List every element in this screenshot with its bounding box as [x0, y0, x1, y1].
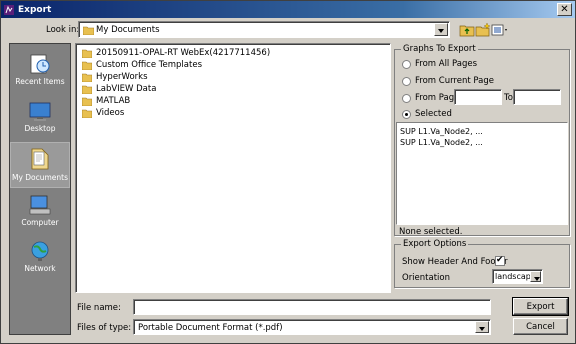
- group-title: Export Options: [401, 239, 469, 249]
- list-item[interactable]: 20150911-OPAL-RT WebEx(4217711456): [82, 47, 270, 59]
- folder-icon: [82, 85, 92, 94]
- close-button[interactable]: ✕: [557, 3, 572, 16]
- look-in-combo[interactable]: My Documents: [78, 21, 450, 38]
- place-network[interactable]: Network: [10, 236, 70, 282]
- computer-icon: [29, 195, 51, 215]
- page-to-input[interactable]: [513, 89, 561, 105]
- orientation-dropdown-button[interactable]: [530, 271, 541, 282]
- radio-from-all-pages[interactable]: From All Pages: [402, 59, 477, 69]
- list-item[interactable]: SUP L1.Va_Node2, ...: [400, 127, 483, 136]
- folder-icon: [82, 97, 92, 106]
- cancel-button[interactable]: Cancel: [513, 318, 568, 335]
- list-item[interactable]: Videos: [82, 107, 124, 119]
- place-label: My Documents: [11, 173, 69, 182]
- desktop-icon: [29, 102, 51, 121]
- look-in-dropdown-button[interactable]: [434, 23, 448, 36]
- export-dialog: Export ✕ Look in: My Documents Recent It…: [0, 0, 576, 344]
- up-folder-icon[interactable]: [459, 23, 475, 37]
- network-icon: [31, 241, 49, 261]
- radio-from-current-page[interactable]: From Current Page: [402, 76, 494, 86]
- filetype-select[interactable]: Portable Document Format (*.pdf): [133, 319, 491, 335]
- radio-dot[interactable]: [402, 93, 411, 103]
- folder-icon: [82, 49, 92, 58]
- window-title: Export: [18, 4, 52, 15]
- view-menu-icon[interactable]: [491, 23, 509, 37]
- filetype-label: Files of type:: [77, 323, 132, 333]
- look-in-value: My Documents: [96, 25, 160, 35]
- folder-icon: [82, 73, 92, 82]
- radio-dot[interactable]: [402, 109, 411, 119]
- list-item[interactable]: HyperWorks: [82, 71, 148, 83]
- filename-label: File name:: [77, 303, 121, 313]
- place-label: Network: [24, 264, 56, 273]
- radio-selected[interactable]: Selected: [402, 109, 452, 119]
- list-item[interactable]: Custom Office Templates: [82, 59, 202, 71]
- list-item[interactable]: MATLAB: [82, 95, 130, 107]
- place-my-documents[interactable]: My Documents: [10, 142, 70, 188]
- file-list[interactable]: 20150911-OPAL-RT WebEx(4217711456) Custo…: [75, 43, 391, 293]
- radio-dot[interactable]: [402, 76, 411, 86]
- place-recent-items[interactable]: Recent Items: [10, 49, 70, 95]
- new-folder-icon[interactable]: [475, 23, 491, 37]
- list-item[interactable]: SUP L1.Va_Node2, ...: [400, 138, 483, 147]
- radio-from-page[interactable]: From Page: [402, 93, 459, 103]
- header-footer-checkbox[interactable]: [495, 255, 505, 266]
- places-bar: Recent Items Desktop My Documents Comput…: [9, 43, 71, 335]
- selection-status: None selected.: [399, 227, 463, 237]
- folder-icon: [83, 26, 94, 35]
- filename-input[interactable]: [133, 299, 491, 315]
- look-in-label: Look in:: [46, 25, 80, 35]
- app-icon: [4, 4, 14, 15]
- filetype-dropdown-button[interactable]: [475, 321, 489, 333]
- radio-dot[interactable]: [402, 59, 411, 69]
- place-desktop[interactable]: Desktop: [10, 96, 70, 142]
- page-from-input[interactable]: [454, 89, 502, 105]
- title-bar[interactable]: Export ✕: [1, 1, 575, 18]
- place-label: Recent Items: [15, 77, 65, 86]
- recent-items-icon: [30, 54, 50, 74]
- export-button[interactable]: Export: [512, 297, 569, 316]
- place-label: Computer: [21, 218, 59, 227]
- orientation-label: Orientation: [402, 273, 450, 283]
- to-label: To: [504, 93, 513, 103]
- place-computer[interactable]: Computer: [10, 190, 70, 236]
- orientation-select[interactable]: landscape: [492, 269, 543, 284]
- my-documents-icon: [31, 148, 49, 170]
- place-label: Desktop: [24, 124, 56, 133]
- folder-icon: [82, 61, 92, 70]
- selected-graphs-list[interactable]: SUP L1.Va_Node2, ... SUP L1.Va_Node2, ..…: [396, 122, 568, 225]
- header-footer-label: Show Header And Footer: [402, 257, 508, 267]
- folder-icon: [82, 109, 92, 118]
- list-item[interactable]: LabVIEW Data: [82, 83, 156, 95]
- group-title: Graphs To Export: [401, 44, 478, 54]
- filetype-value: Portable Document Format (*.pdf): [138, 323, 283, 333]
